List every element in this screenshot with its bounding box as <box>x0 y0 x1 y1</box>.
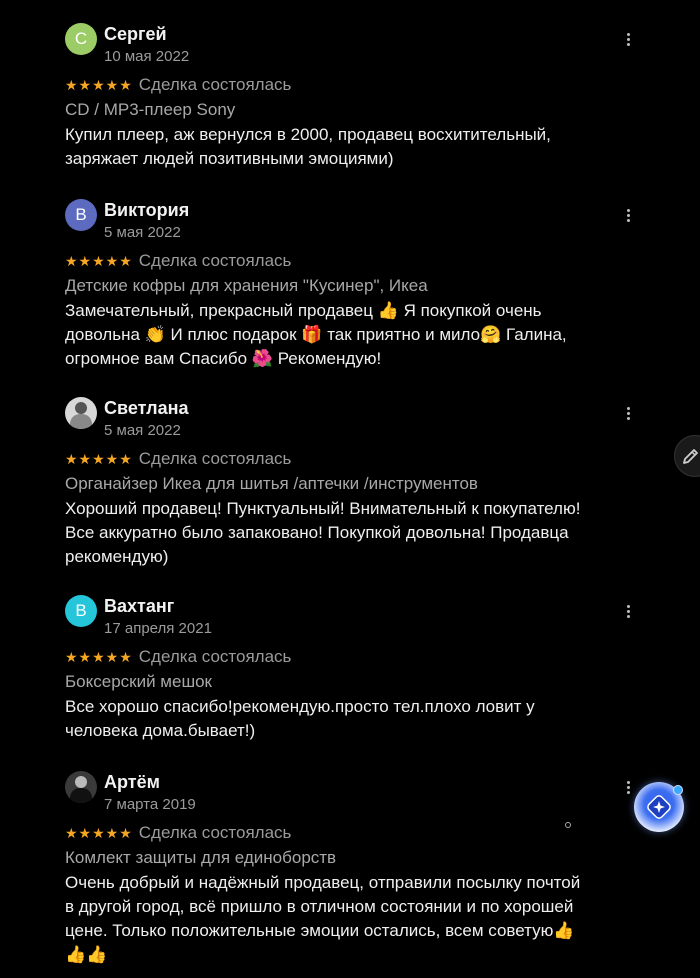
review-date: 10 мая 2022 <box>104 48 190 65</box>
deal-status: Сделка состоялась <box>138 647 292 666</box>
review-text: Все хорошо спасибо!рекомендую.просто тел… <box>65 697 535 740</box>
avatar[interactable] <box>65 771 97 803</box>
review-date: 5 мая 2022 <box>104 224 181 241</box>
product-name[interactable]: Органайзер Икеа для шитья /аптечки /инст… <box>65 474 478 494</box>
deal-status: Сделка состоялась <box>138 251 292 270</box>
more-vertical-icon[interactable] <box>620 601 636 621</box>
product-name[interactable]: Боксерский мешок <box>65 672 212 692</box>
review-text: Очень добрый и надёжный продавец, отправ… <box>65 873 581 964</box>
avatar[interactable]: В <box>65 199 97 231</box>
more-vertical-icon[interactable] <box>620 205 636 225</box>
product-name[interactable]: Детские кофры для хранения "Кусинер", Ик… <box>65 276 428 296</box>
deal-status: Сделка состоялась <box>138 823 292 842</box>
rating-row: ★★★★★ Сделка состоялась <box>65 823 291 843</box>
reviewer-name[interactable]: Артём <box>104 772 160 793</box>
avatar[interactable] <box>65 397 97 429</box>
notification-badge <box>673 785 683 795</box>
star-rating: ★★★★★ <box>65 252 133 269</box>
sparkle-icon <box>647 795 671 819</box>
avatar-photo-icon <box>75 776 87 788</box>
review-date: 7 марта 2019 <box>104 796 196 813</box>
avatar-photo-icon <box>75 402 87 414</box>
rating-row: ★★★★★ Сделка состоялась <box>65 449 291 469</box>
star-rating: ★★★★★ <box>65 76 133 93</box>
product-name[interactable]: Комлект защиты для единоборств <box>65 848 336 868</box>
star-rating: ★★★★★ <box>65 824 133 841</box>
review-text: Замечательный, прекрасный продавец 👍 Я п… <box>65 301 567 368</box>
avatar[interactable]: С <box>65 23 97 55</box>
reviewer-name[interactable]: Сергей <box>104 24 167 45</box>
edit-button[interactable] <box>674 435 700 477</box>
rating-row: ★★★★★ Сделка состоялась <box>65 75 291 95</box>
cursor-dot <box>565 822 571 828</box>
avatar-photo-body <box>70 788 92 803</box>
rating-row: ★★★★★ Сделка состоялась <box>65 647 291 667</box>
deal-status: Сделка состоялась <box>138 449 292 468</box>
avatar-photo-body <box>70 414 92 429</box>
review-text: Купил плеер, аж вернулся в 2000, продаве… <box>65 125 551 168</box>
reviewer-name[interactable]: Светлана <box>104 398 189 419</box>
star-rating: ★★★★★ <box>65 450 133 467</box>
review-text: Хороший продавец! Пунктуальный! Внимател… <box>65 499 581 566</box>
rating-row: ★★★★★ Сделка состоялась <box>65 251 291 271</box>
review-date: 17 апреля 2021 <box>104 620 212 637</box>
deal-status: Сделка состоялась <box>138 75 292 94</box>
avatar[interactable]: В <box>65 595 97 627</box>
more-vertical-icon[interactable] <box>620 29 636 49</box>
reviewer-name[interactable]: Виктория <box>104 200 189 221</box>
reviewer-name[interactable]: Вахтанг <box>104 596 174 617</box>
pencil-icon <box>683 449 698 464</box>
star-rating: ★★★★★ <box>65 648 133 665</box>
more-vertical-icon[interactable] <box>620 777 636 797</box>
more-vertical-icon[interactable] <box>620 403 636 423</box>
review-date: 5 мая 2022 <box>104 422 181 439</box>
product-name[interactable]: CD / MP3-плеер Sony <box>65 100 235 120</box>
